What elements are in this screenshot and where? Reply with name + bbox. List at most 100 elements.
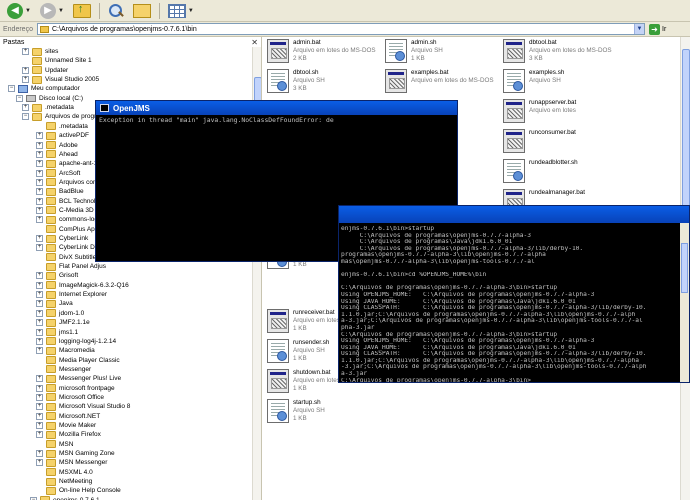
console-output[interactable]: enjms-0.7.6.1\bin>startup C:\Arquivos de… bbox=[339, 223, 689, 382]
tree-item[interactable]: + ArcSoft bbox=[36, 169, 80, 178]
expand-icon[interactable]: + bbox=[36, 431, 43, 439]
tree-item[interactable]: + ImageMagick-6.3.2-Q16 bbox=[36, 281, 129, 290]
expand-icon[interactable]: + bbox=[36, 403, 43, 411]
search-button[interactable] bbox=[105, 2, 127, 20]
expand-icon[interactable]: + bbox=[36, 235, 43, 242]
tree-item[interactable]: + .metadata bbox=[22, 103, 74, 112]
tree-item[interactable]: On-line Help Console bbox=[36, 486, 121, 495]
tree-item[interactable]: + Movie Maker bbox=[36, 421, 96, 430]
expand-icon[interactable]: + bbox=[22, 66, 29, 74]
tree-item[interactable]: + sites bbox=[22, 47, 58, 56]
tree-item[interactable]: + Microsoft Office bbox=[36, 393, 104, 402]
expand-icon[interactable]: + bbox=[36, 300, 43, 308]
expand-icon[interactable]: + bbox=[36, 206, 43, 214]
expand-icon[interactable]: + bbox=[22, 76, 29, 84]
console-scrollbar[interactable] bbox=[680, 223, 689, 382]
scroll-thumb[interactable] bbox=[682, 49, 690, 209]
file-item[interactable]: dbtool.sh Arquivo SH 3 KB bbox=[267, 69, 385, 99]
expand-icon[interactable]: + bbox=[36, 216, 43, 224]
expand-icon[interactable]: + bbox=[36, 291, 43, 299]
expand-icon[interactable]: + bbox=[36, 450, 43, 458]
tree-item[interactable]: + Grisoft bbox=[36, 271, 78, 280]
expand-icon[interactable]: + bbox=[36, 375, 43, 383]
tree-item[interactable]: + logging-log4j-1.2.14 bbox=[36, 337, 116, 346]
file-item[interactable]: runconsumer.bat bbox=[503, 129, 621, 159]
views-button[interactable]: ▼ bbox=[165, 2, 197, 20]
expand-icon[interactable]: + bbox=[36, 197, 43, 205]
console-titlebar[interactable] bbox=[339, 206, 689, 223]
expand-icon[interactable]: + bbox=[36, 281, 43, 289]
tree-item[interactable]: + microsoft frontpage bbox=[36, 384, 115, 393]
expand-icon[interactable]: + bbox=[36, 272, 43, 280]
expand-icon[interactable]: + bbox=[36, 309, 43, 317]
tree-item[interactable]: + jdom-1.0 bbox=[36, 309, 84, 318]
tree-item[interactable]: + Internet Explorer bbox=[36, 290, 107, 299]
expand-icon[interactable]: + bbox=[36, 412, 43, 420]
collapse-icon[interactable]: − bbox=[8, 85, 15, 93]
tree-item[interactable]: NetMeeting bbox=[36, 477, 92, 486]
tree-item[interactable]: + jms1.1 bbox=[36, 328, 78, 337]
expand-icon[interactable]: + bbox=[36, 347, 43, 355]
tree-item[interactable]: − Disco local (C:) bbox=[16, 94, 83, 103]
tree-item[interactable]: + JMF2.1.1e bbox=[36, 318, 90, 327]
tree-item[interactable]: + Visual Studio 2005 bbox=[22, 75, 99, 84]
expand-icon[interactable]: + bbox=[36, 459, 43, 467]
expand-icon[interactable]: + bbox=[36, 150, 43, 158]
tree-item[interactable]: + MSN Gaming Zone bbox=[36, 449, 115, 458]
tree-item[interactable]: + Microsoft.NET bbox=[36, 412, 100, 421]
tree-item[interactable]: −openjms-0.7.6.1 bbox=[30, 496, 100, 500]
tree-item[interactable]: + BadBlue bbox=[36, 187, 84, 196]
tree-item[interactable]: + Adobe bbox=[36, 141, 78, 150]
tree-item[interactable]: + Messenger Plus! Live bbox=[36, 374, 121, 383]
expand-icon[interactable]: + bbox=[36, 319, 43, 327]
tree-item[interactable]: + Java bbox=[36, 299, 73, 308]
file-item[interactable]: dbtool.bat Arquivo em lotes do MS-DOS 3 KB bbox=[503, 39, 621, 69]
file-item[interactable]: admin.sh Arquivo SH 1 KB bbox=[385, 39, 503, 69]
expand-icon[interactable]: + bbox=[36, 178, 43, 186]
tree-item[interactable]: + CyberLink bbox=[36, 234, 88, 243]
chevron-down-icon[interactable]: ▼ bbox=[25, 8, 31, 14]
tree-item[interactable]: Flat Panel Adjus bbox=[36, 262, 106, 271]
tree-item[interactable]: − Arquivos de progra bbox=[22, 112, 100, 121]
tree-item[interactable]: + Macromedia bbox=[36, 346, 95, 355]
expand-icon[interactable]: + bbox=[36, 328, 43, 336]
tree-item[interactable]: + apache-ant-1.7 bbox=[36, 159, 103, 168]
forward-button[interactable]: ▶ ▼ bbox=[37, 2, 67, 20]
tree-item[interactable]: .metadata bbox=[36, 122, 88, 131]
tree-item[interactable]: MSN bbox=[36, 440, 73, 449]
tree-item[interactable]: − Meu computador bbox=[8, 84, 80, 93]
tree-item[interactable]: + Mozilla Firefox bbox=[36, 430, 101, 439]
expand-icon[interactable]: + bbox=[36, 141, 43, 149]
console-window[interactable]: enjms-0.7.6.1\bin>startup C:\Arquivos de… bbox=[338, 205, 690, 383]
tree-item[interactable]: + Updater bbox=[22, 66, 68, 75]
expand-icon[interactable]: + bbox=[36, 244, 43, 252]
expand-icon[interactable]: + bbox=[36, 337, 43, 345]
expand-icon[interactable]: + bbox=[22, 48, 29, 55]
tree-item[interactable]: + activePDF bbox=[36, 131, 89, 140]
expand-icon[interactable]: + bbox=[36, 160, 43, 168]
tree-item[interactable]: Messenger bbox=[36, 365, 91, 374]
file-item[interactable]: examples.bat Arquivo em lotes do MS-DOS bbox=[385, 69, 503, 99]
back-button[interactable]: ◀ ▼ bbox=[4, 2, 34, 20]
tree-item[interactable]: + Microsoft Visual Studio 8 bbox=[36, 402, 130, 411]
file-item[interactable]: rundeadblotter.sh bbox=[503, 159, 621, 189]
expand-icon[interactable]: + bbox=[36, 132, 43, 140]
tree-item[interactable]: + Ahead bbox=[36, 150, 78, 159]
chevron-down-icon[interactable]: ▼ bbox=[634, 24, 644, 34]
expand-icon[interactable]: + bbox=[36, 188, 43, 196]
expand-icon[interactable]: + bbox=[36, 384, 43, 392]
chevron-down-icon[interactable]: ▼ bbox=[58, 8, 64, 14]
tree-item[interactable]: MSXML 4.0 bbox=[36, 468, 93, 477]
expand-icon[interactable]: + bbox=[22, 104, 29, 112]
tree-item[interactable]: + MSN Messenger bbox=[36, 458, 107, 467]
collapse-icon[interactable]: − bbox=[22, 113, 29, 121]
collapse-icon[interactable]: − bbox=[16, 94, 23, 102]
file-item[interactable]: admin.bat Arquivo em lotes do MS-DOS 2 KB bbox=[267, 39, 385, 69]
file-item[interactable]: examples.sh Arquivo SH bbox=[503, 69, 621, 99]
expand-icon[interactable]: + bbox=[36, 422, 43, 429]
address-input[interactable]: C:\Arquivos de programas\openjms-0.7.6.1… bbox=[37, 23, 645, 35]
tree-item[interactable]: Unnamed Site 1 bbox=[22, 56, 92, 65]
close-icon[interactable]: ✕ bbox=[251, 38, 258, 47]
go-button[interactable]: ➜ Ir bbox=[649, 23, 666, 35]
file-item[interactable]: startup.sh Arquivo SH 1 KB bbox=[267, 399, 385, 429]
